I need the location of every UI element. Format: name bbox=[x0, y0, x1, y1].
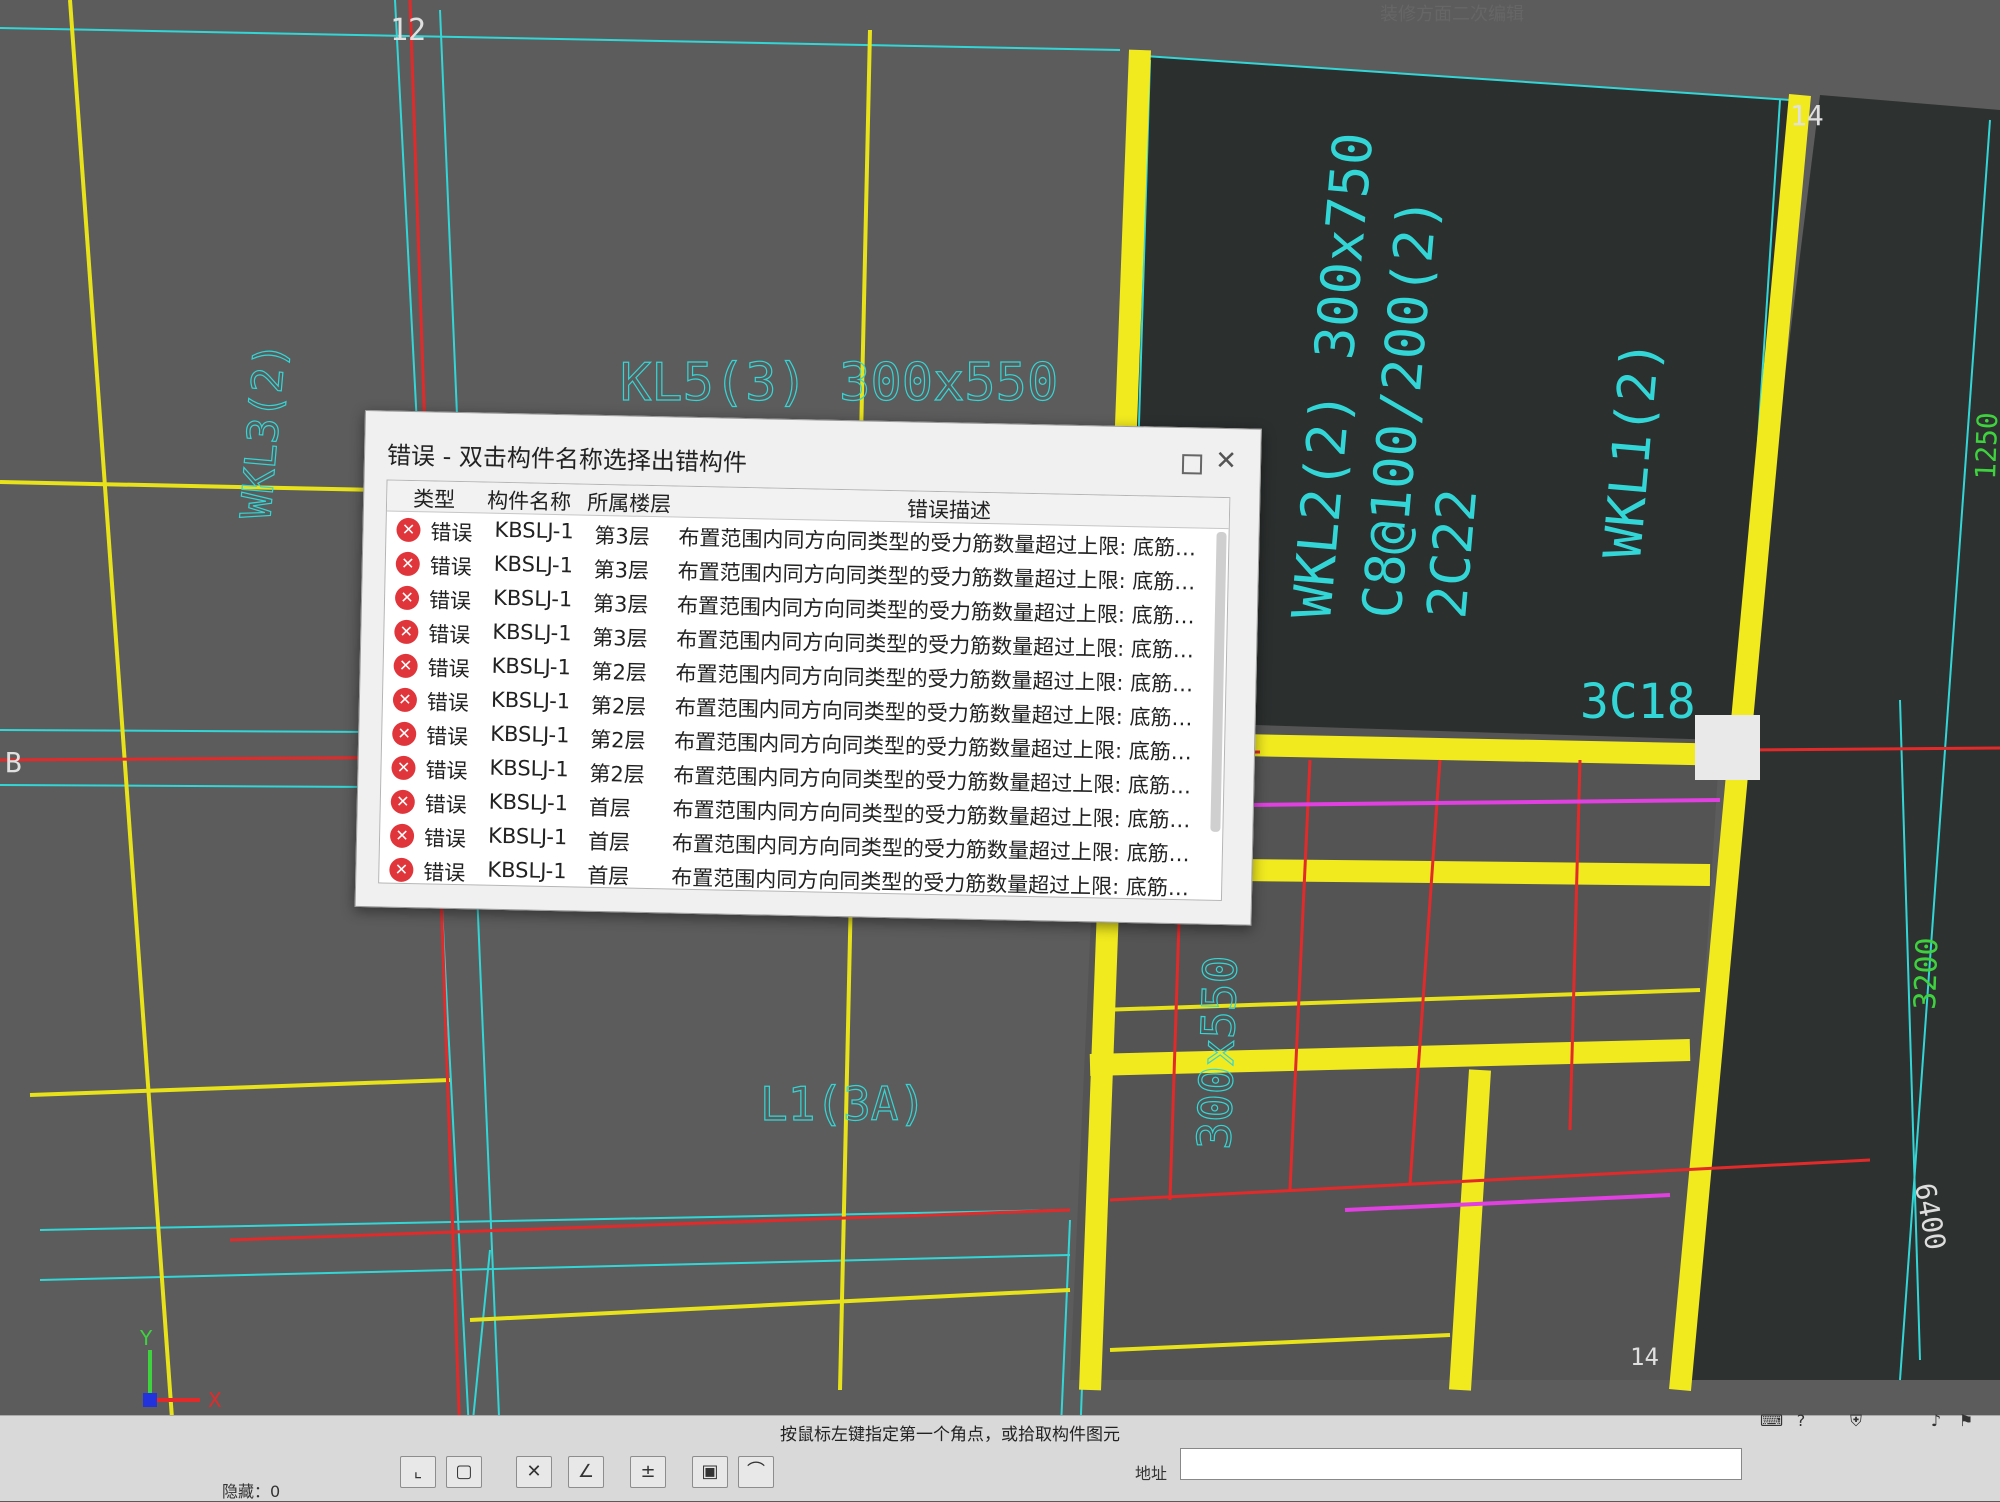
flag-icon[interactable]: ⚑ bbox=[1955, 1410, 1977, 1432]
cell-component-name[interactable]: KBSLJ-1 bbox=[488, 824, 568, 850]
cell-floor: 第3层 bbox=[594, 523, 651, 549]
maximize-button[interactable] bbox=[1181, 454, 1203, 475]
square-icon: ▢ bbox=[455, 1461, 473, 1482]
cell-floor: 第2层 bbox=[589, 761, 646, 787]
cell-floor: 第3层 bbox=[592, 591, 649, 617]
shield-icon[interactable]: ⛨ bbox=[1845, 1410, 1867, 1432]
cell-floor: 第2层 bbox=[589, 727, 646, 753]
error-icon: ✕ bbox=[392, 687, 418, 713]
help-icon[interactable]: ? bbox=[1790, 1410, 1812, 1432]
address-label: 地址 bbox=[1135, 1464, 1168, 1483]
error-icon: ✕ bbox=[394, 585, 420, 611]
cell-type: 错误 bbox=[425, 758, 468, 784]
ortho-icon: ⌞ bbox=[413, 1461, 423, 1482]
cell-type: 错误 bbox=[423, 826, 467, 852]
cell-floor: 第2层 bbox=[590, 693, 647, 719]
cross-select-button[interactable]: ✕ bbox=[516, 1456, 552, 1488]
axis-label-b: B bbox=[5, 746, 22, 779]
rebar-label-3c18: 3C18 bbox=[1580, 674, 1696, 730]
dim-3200: 3200 bbox=[1908, 937, 1946, 1010]
error-icon: ✕ bbox=[391, 755, 416, 781]
error-icon: ✕ bbox=[395, 551, 421, 577]
cell-floor: 第3层 bbox=[593, 557, 650, 583]
offset-button[interactable]: ± bbox=[630, 1456, 666, 1488]
cell-component-name[interactable]: KBSLJ-1 bbox=[494, 552, 574, 578]
ucs-x-label: X bbox=[208, 1388, 222, 1412]
plus-minus-icon: ± bbox=[640, 1461, 656, 1482]
error-table[interactable]: 类型 构件名称 所属楼层 错误描述 ✕ 错误 KBSLJ-1 第3层布置范围内同方向同… bbox=[378, 479, 1231, 902]
cell-floor: 首层 bbox=[588, 795, 631, 821]
column-header-floor[interactable]: 所属楼层 bbox=[587, 487, 672, 519]
column-header-name[interactable]: 构件名称 bbox=[487, 485, 572, 517]
cell-type: 错误 bbox=[426, 690, 470, 716]
error-icon: ✕ bbox=[396, 517, 421, 543]
cell-type: 错误 bbox=[428, 622, 471, 648]
dialog-title: 错误 - 双击构件名称选择出错构件 bbox=[386, 441, 748, 478]
cell-type: 错误 bbox=[428, 588, 472, 614]
cell-floor: 首层 bbox=[587, 863, 630, 889]
cell-floor: 首层 bbox=[587, 829, 631, 855]
cell-type: 错误 bbox=[424, 792, 467, 818]
window-title-fragment: 装修方面二次编辑 bbox=[1380, 4, 1524, 25]
cell-floor: 第2层 bbox=[591, 659, 648, 685]
cell-component-name[interactable]: KBSLJ-1 bbox=[489, 790, 569, 816]
cell-floor: 第3层 bbox=[592, 625, 648, 651]
error-icon: ✕ bbox=[390, 789, 416, 815]
cell-type: 错误 bbox=[427, 656, 470, 682]
monitor-icon: ▣ bbox=[701, 1461, 719, 1482]
error-dialog[interactable]: 错误 - 双击构件名称选择出错构件 ✕ 类型 构件名称 所属楼层 错误描述 ✕ 错… bbox=[354, 410, 1262, 926]
keyboard-icon[interactable]: ⌨ bbox=[1760, 1410, 1783, 1432]
cell-component-name[interactable]: KBSLJ-1 bbox=[489, 756, 569, 782]
arc-icon: ⌒ bbox=[747, 1461, 765, 1482]
error-rows: ✕ 错误 KBSLJ-1 第3层布置范围内同方向同类型的受力筋数量超过上限: 底筋 .… bbox=[379, 512, 1229, 901]
arc-button[interactable]: ⌒ bbox=[738, 1456, 774, 1488]
cell-description: 布置范围内同方向同类型的受力筋数量超过上限: 底筋 ... bbox=[671, 865, 1192, 901]
error-icon: ✕ bbox=[389, 857, 414, 883]
column-header-desc[interactable]: 错误描述 bbox=[907, 493, 992, 525]
cell-type: 错误 bbox=[425, 724, 469, 750]
axis-label-14-bottom: 14 bbox=[1630, 1343, 1659, 1371]
cell-component-name[interactable]: KBSLJ-1 bbox=[494, 518, 574, 544]
beam-label-2c22: 2C22 bbox=[1415, 486, 1489, 621]
dim-1250: 1250 bbox=[1969, 412, 2000, 481]
address-field[interactable] bbox=[1180, 1448, 1742, 1480]
cell-type: 错误 bbox=[430, 520, 473, 546]
cross-icon: ✕ bbox=[526, 1461, 542, 1482]
ucs-y-label: Y bbox=[139, 1326, 153, 1350]
error-icon: ✕ bbox=[393, 653, 418, 679]
beam-label-kl5: KL5(3) 300x550 bbox=[620, 353, 1058, 413]
angle-button[interactable]: ∠ bbox=[568, 1456, 604, 1488]
cell-type: 错误 bbox=[429, 554, 472, 580]
close-button[interactable]: ✕ bbox=[1212, 445, 1241, 477]
beam-label-300x550: 300x550 bbox=[1187, 955, 1248, 1151]
cell-component-name[interactable]: KBSLJ-1 bbox=[487, 858, 567, 884]
volume-icon[interactable]: ♪ bbox=[1925, 1410, 1947, 1432]
cell-component-name[interactable]: KBSLJ-1 bbox=[493, 586, 573, 612]
ortho-toggle-button[interactable]: ⌞ bbox=[400, 1456, 436, 1488]
cell-type: 错误 bbox=[423, 860, 466, 886]
display-button[interactable]: ▣ bbox=[692, 1456, 728, 1488]
cell-component-name[interactable]: KBSLJ-1 bbox=[492, 620, 572, 646]
error-icon: ✕ bbox=[391, 721, 417, 747]
close-icon: ✕ bbox=[1214, 445, 1238, 477]
cell-component-name[interactable]: KBSLJ-1 bbox=[491, 688, 571, 714]
beam-label-l1: L1(3A) bbox=[760, 1077, 926, 1131]
column-header-type[interactable]: 类型 bbox=[413, 483, 456, 514]
angle-icon: ∠ bbox=[577, 1461, 595, 1482]
error-icon: ✕ bbox=[394, 619, 419, 645]
command-prompt: 按鼠标左键指定第一个角点，或拾取构件图元 bbox=[780, 1425, 1120, 1445]
hidden-count: 隐藏：0 bbox=[222, 1482, 281, 1501]
axis-label-14-top: 14 bbox=[1790, 99, 1824, 132]
cell-component-name[interactable]: KBSLJ-1 bbox=[491, 654, 571, 680]
cell-component-name[interactable]: KBSLJ-1 bbox=[490, 722, 570, 748]
axis-label-12-top: 12 bbox=[390, 13, 426, 48]
error-icon: ✕ bbox=[389, 823, 415, 849]
snap-select-button[interactable]: ▢ bbox=[446, 1456, 482, 1488]
